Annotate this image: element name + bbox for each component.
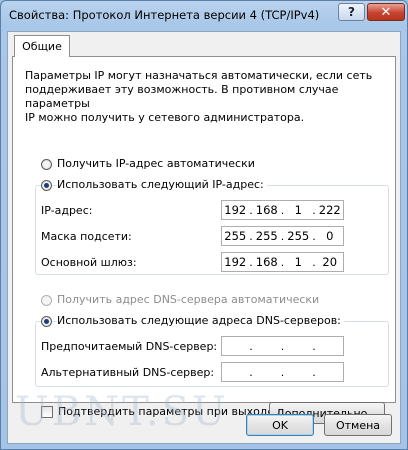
ip-manual-label[interactable]: Использовать следующий IP-адрес: [57, 178, 267, 191]
ip-auto-radio[interactable] [41, 159, 52, 170]
window-title: Свойства: Протокол Интернета версии 4 (T… [9, 8, 320, 22]
cancel-button[interactable]: Отмена [324, 414, 392, 436]
close-icon: ✕ [380, 4, 392, 20]
dialog-client-area: Общие Параметры IP могут назначаться авт… [7, 31, 401, 444]
watermark: UBNT.SU [15, 389, 229, 435]
subnet-mask-label: Маска подсети: [41, 230, 132, 243]
default-gateway-label: Основной шлюз: [41, 256, 137, 269]
ok-button-label: OK [272, 418, 288, 432]
tab-general[interactable]: Общие [14, 35, 70, 57]
alternate-dns-input[interactable]: . . . [221, 362, 344, 382]
close-button[interactable]: ✕ [367, 3, 405, 21]
ip-address-input[interactable]: 192. 168. 1. 222 [221, 200, 344, 220]
ip-manual-radio[interactable] [41, 180, 52, 191]
description-text: Параметры IP могут назначаться автоматич… [25, 69, 373, 124]
dialog-window: Свойства: Протокол Интернета версии 4 (T… [0, 0, 408, 450]
preferred-dns-label: Предпочитаемый DNS-сервер: [41, 340, 218, 353]
dns-manual-radio[interactable] [41, 316, 52, 327]
cancel-button-label: Отмена [335, 418, 381, 432]
tab-general-label: Общие [22, 40, 62, 53]
help-icon: ? [348, 5, 355, 19]
preferred-dns-input[interactable]: . . . [221, 336, 344, 356]
ip-auto-label[interactable]: Получить IP-адрес автоматически [57, 157, 255, 170]
default-gateway-input[interactable]: 192. 168. 1. 20 [221, 252, 344, 272]
subnet-mask-input[interactable]: 255. 255. 255. 0 [221, 226, 344, 246]
general-tab-panel: Параметры IP могут назначаться автоматич… [12, 56, 396, 424]
dns-auto-radio[interactable] [41, 295, 52, 306]
dns-manual-label[interactable]: Использовать следующие адреса DNS-сервер… [57, 314, 344, 327]
title-bar[interactable]: Свойства: Протокол Интернета версии 4 (T… [1, 1, 407, 29]
dns-auto-label[interactable]: Получить адрес DNS-сервера автоматически [57, 293, 319, 306]
ip-address-label: IP-адрес: [41, 204, 93, 217]
ok-button[interactable]: OK [246, 414, 314, 436]
alternate-dns-label: Альтернативный DNS-сервер: [41, 366, 215, 379]
help-button[interactable]: ? [338, 3, 365, 21]
